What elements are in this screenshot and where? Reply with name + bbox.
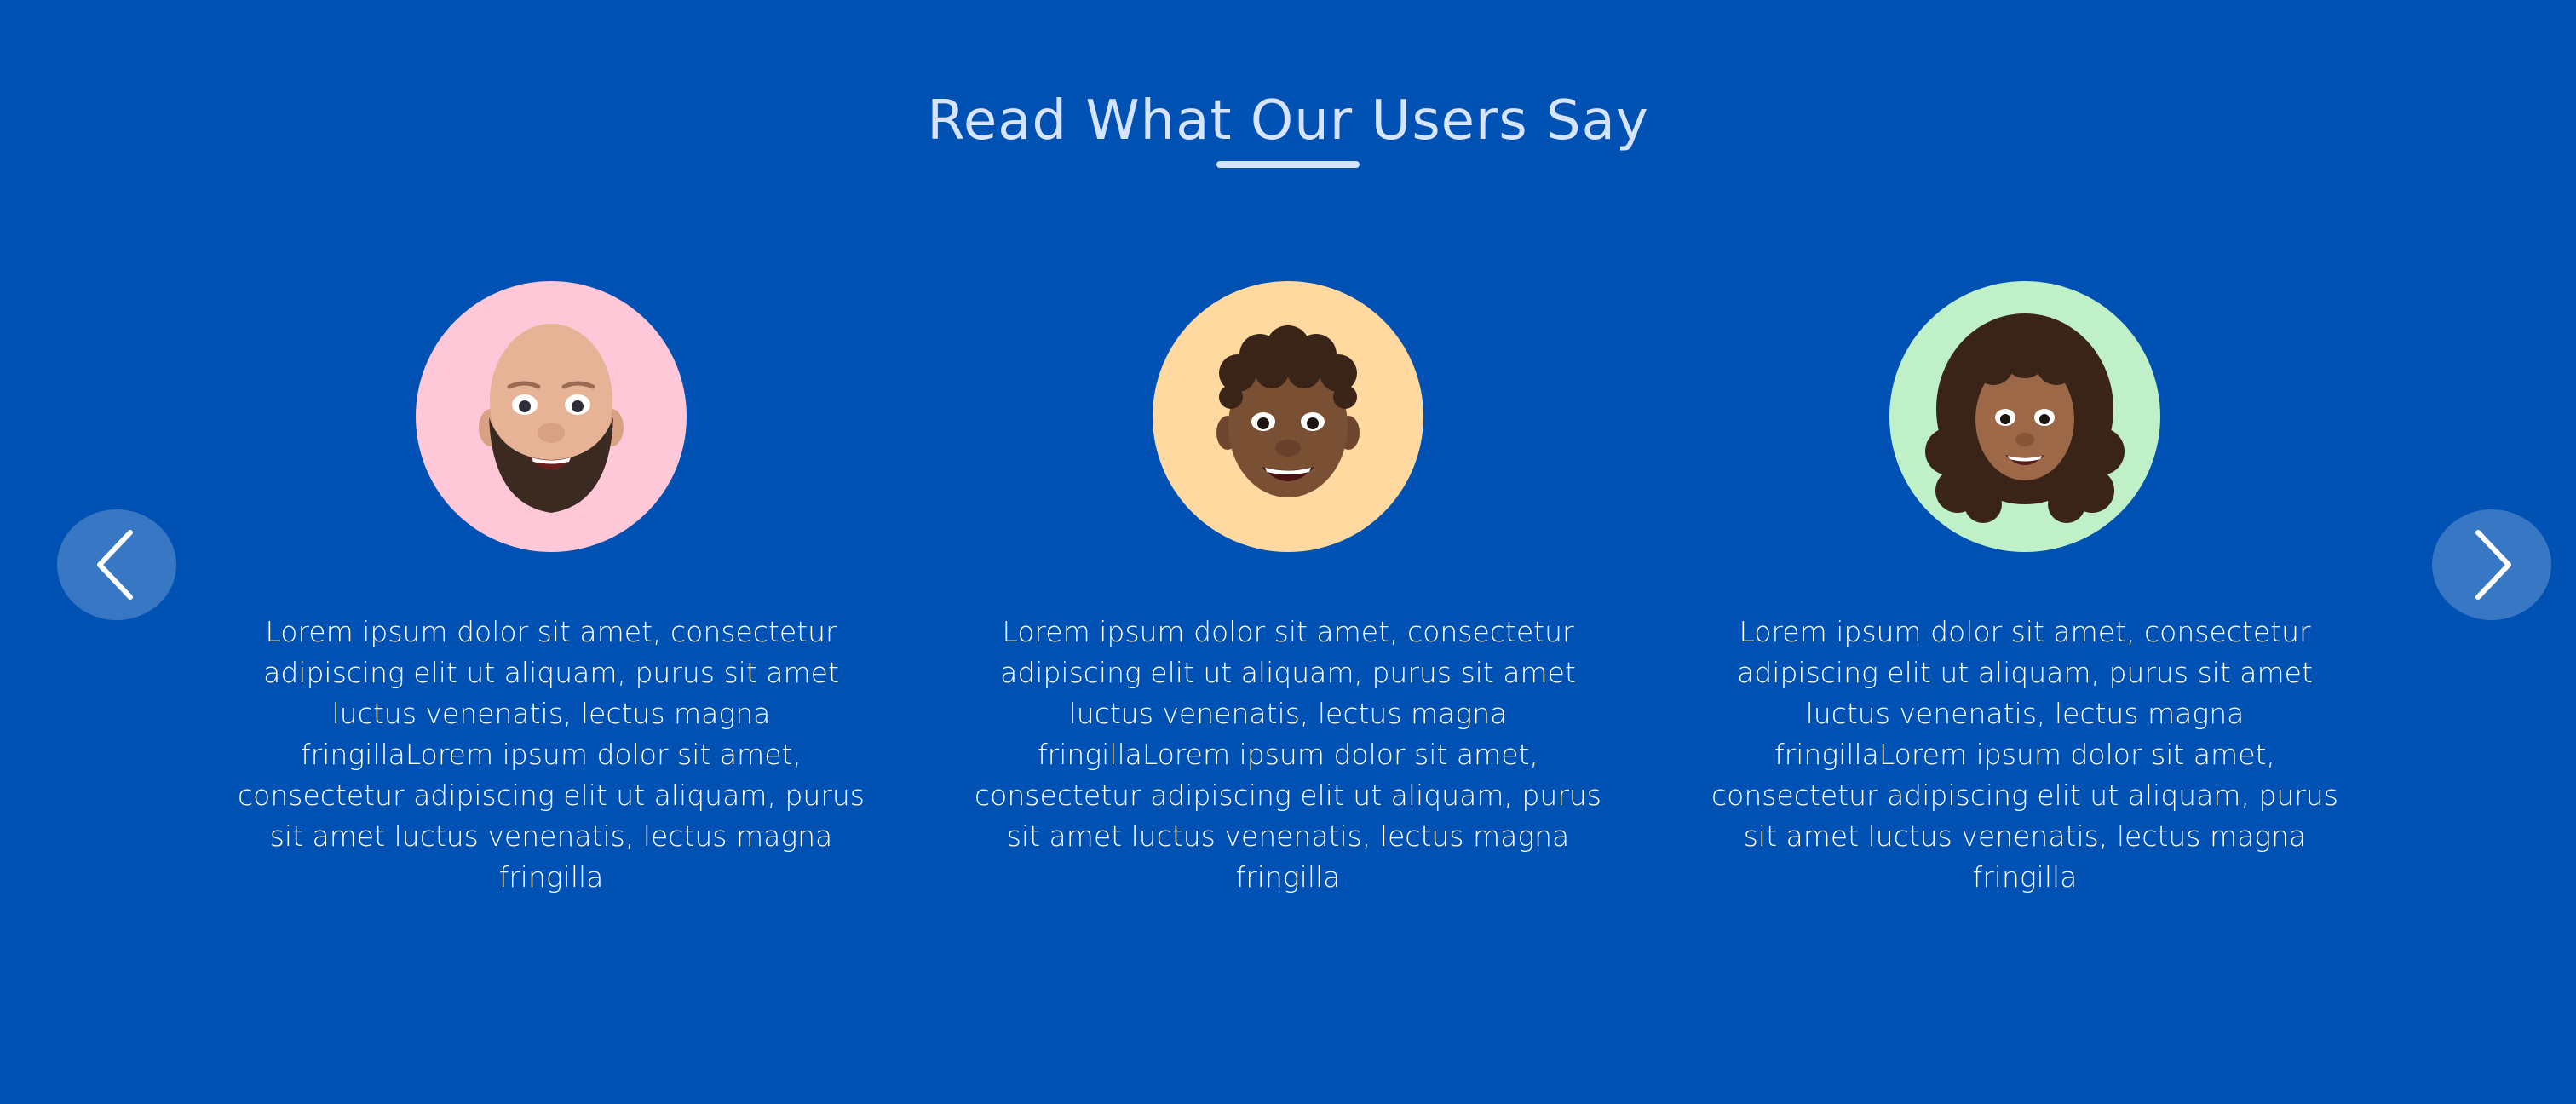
chevron-left-icon	[97, 530, 133, 600]
testimonial-card: Lorem ipsum dolor sit amet, consectetur …	[236, 281, 866, 898]
testimonial-text: Lorem ipsum dolor sit amet, consectetur …	[1711, 615, 2338, 894]
chevron-right-icon	[2475, 530, 2511, 600]
testimonial-card: Lorem ipsum dolor sit amet, consectetur …	[973, 281, 1603, 898]
testimonial-text: Lorem ipsum dolor sit amet, consectetur …	[975, 615, 1601, 894]
avatar	[416, 281, 687, 552]
carousel-next-button[interactable]	[2432, 509, 2551, 620]
testimonial-text: Lorem ipsum dolor sit amet, consectetur …	[238, 615, 865, 894]
avatar	[1889, 281, 2160, 552]
bald-bearded-man-memoji-avatar	[479, 324, 624, 513]
section-heading: Read What Our Users Say	[927, 89, 1649, 152]
avatar	[1153, 281, 1423, 552]
curly-haired-woman-memoji-avatar	[1925, 313, 2125, 523]
carousel-prev-button[interactable]	[57, 509, 176, 620]
testimonial-card: Lorem ipsum dolor sit amet, consectetur …	[1710, 281, 2340, 898]
curly-haired-man-memoji-avatar	[1216, 325, 1360, 497]
heading-underline	[1216, 161, 1360, 168]
testimonials-section: Read What Our Users Say Lorem ipsum dolo…	[0, 0, 2576, 1104]
